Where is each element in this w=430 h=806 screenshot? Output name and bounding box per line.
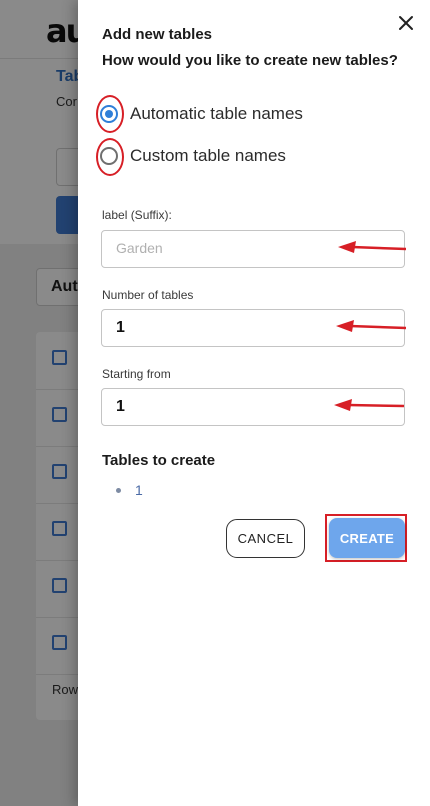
number-of-tables-field[interactable] (101, 309, 405, 347)
close-icon (399, 16, 413, 30)
suffix-field-label: label (Suffix): (102, 208, 172, 222)
radio-custom-table-names[interactable]: Custom table names (100, 142, 286, 170)
tables-to-create-list: 1 (102, 482, 143, 498)
drawer-title: Add new tables (102, 26, 213, 43)
starting-from-label: Starting from (102, 367, 171, 381)
add-tables-drawer: Add new tables How would you like to cre… (78, 0, 430, 806)
starting-from-field[interactable] (101, 388, 405, 426)
radio-label: Automatic table names (130, 104, 303, 123)
table-name: 1 (135, 482, 143, 498)
number-of-tables-input[interactable] (102, 310, 336, 346)
radio-unchecked-icon[interactable] (100, 147, 118, 165)
bullet-icon (116, 487, 121, 493)
radio-checked-icon[interactable] (100, 105, 118, 123)
radio-label: Custom table names (130, 146, 286, 165)
tables-to-create-heading: Tables to create (102, 452, 216, 469)
starting-from-input[interactable] (102, 389, 336, 425)
number-of-tables-label: Number of tables (102, 288, 194, 302)
list-item: 1 (102, 482, 143, 498)
cancel-button[interactable]: CANCEL (226, 519, 305, 558)
suffix-field[interactable] (101, 230, 405, 268)
creation-method-question: How would you like to create new tables? (102, 52, 398, 69)
close-button[interactable] (394, 11, 418, 35)
suffix-input[interactable] (102, 231, 336, 267)
screen: au Tab Cor Aut Row Add new tables How wo… (0, 0, 430, 806)
create-button[interactable]: CREATE (329, 518, 405, 558)
radio-automatic-table-names[interactable]: Automatic table names (100, 100, 303, 128)
